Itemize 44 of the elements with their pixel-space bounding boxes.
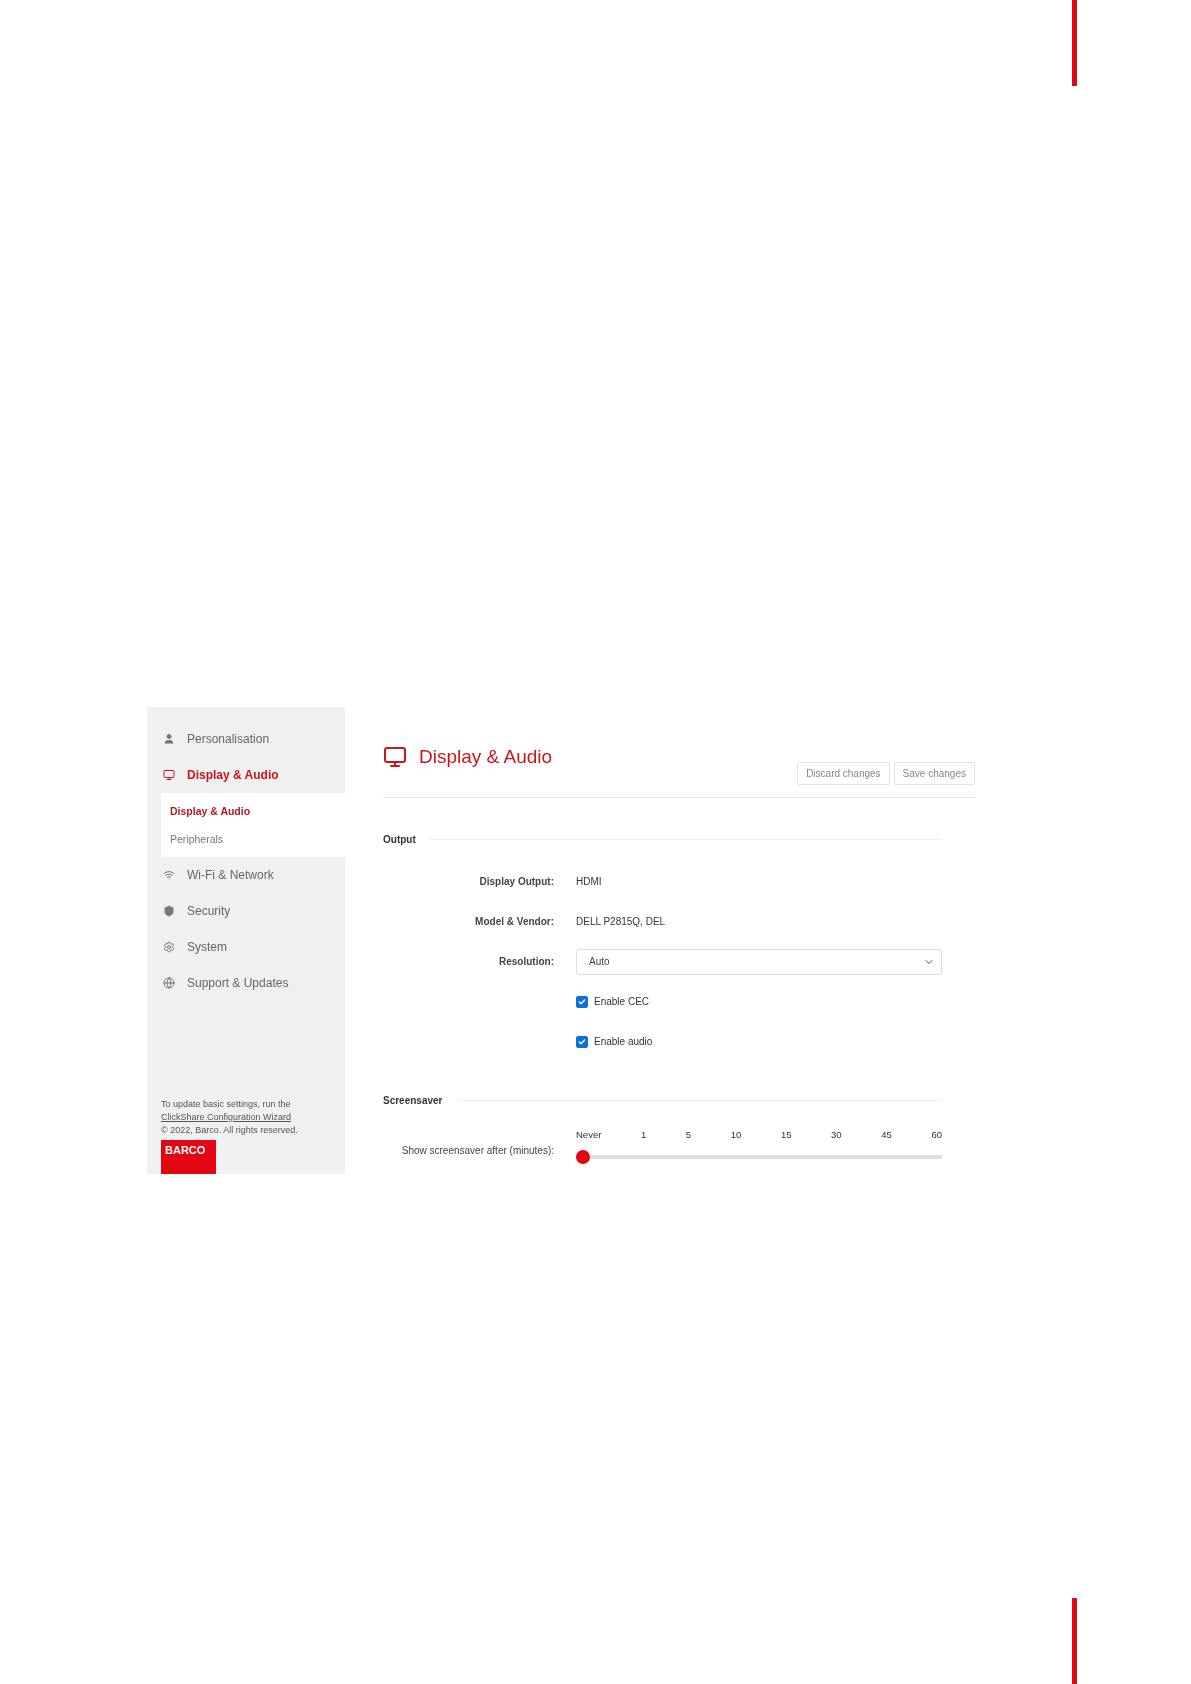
field-label: Resolution: [498, 956, 554, 967]
person-icon [163, 733, 175, 745]
tick-label: 30 [831, 1129, 842, 1140]
wifi-icon [163, 869, 175, 881]
tick-label: 1 [640, 1129, 647, 1140]
section-title: Output [383, 834, 416, 845]
tick-label: 10 [730, 1129, 742, 1140]
section-title: Screensaver [383, 1095, 443, 1106]
action-button[interactable]: Discard changes [797, 762, 890, 785]
tick-label: Never [576, 1129, 602, 1140]
field-label: Show screensaver after (minutes): [400, 1145, 554, 1156]
monitor-icon [163, 769, 175, 781]
field-label: Model & Vendor: [474, 916, 554, 927]
logo: BARCO [161, 1140, 216, 1174]
settings-icon [163, 941, 175, 953]
resolution-dropdown[interactable]: Auto [576, 948, 942, 975]
sidebar-item[interactable]: Display & Audio [147, 757, 345, 793]
action-button[interactable]: Save changes [893, 762, 975, 785]
wizard-link[interactable]: ClickShare Configuration Wizard [161, 1111, 345, 1124]
slider-thumb[interactable] [576, 1150, 590, 1164]
footer-text: To update basic settings, run the [161, 1098, 292, 1111]
sidebar-item[interactable]: System [147, 929, 345, 965]
tick-label: 45 [881, 1129, 892, 1140]
checkbox-label: Enable CEC [594, 996, 650, 1007]
checkbox[interactable] [576, 1035, 588, 1048]
sidebar-item[interactable]: Wi-Fi & Network [147, 857, 345, 893]
sidebar-item[interactable]: Security [147, 893, 345, 929]
checkbox-label: Enable audio [594, 1036, 653, 1047]
copyright-text: © 2022, Barco. All rights reserved. [161, 1124, 299, 1137]
sidebar-item[interactable]: Support & Updates [147, 965, 345, 1001]
tick-label: 15 [780, 1129, 792, 1140]
tick-label: 5 [685, 1129, 692, 1140]
field-value: HDMI [576, 876, 603, 887]
field-label: Display Output: [478, 876, 554, 887]
tick-label: 60 [931, 1129, 942, 1140]
sidebar-item[interactable]: Personalisation [147, 721, 345, 757]
submenu-item[interactable]: Display & Audio [161, 797, 345, 825]
submenu-item[interactable]: Peripherals [161, 825, 345, 853]
checkbox[interactable] [576, 995, 588, 1008]
field-value: DELL P2815Q, DEL [576, 916, 667, 927]
monitor-icon [383, 745, 407, 769]
shield-icon [163, 905, 175, 917]
page-title: Display & Audio [419, 746, 553, 768]
globe-icon [163, 977, 175, 989]
